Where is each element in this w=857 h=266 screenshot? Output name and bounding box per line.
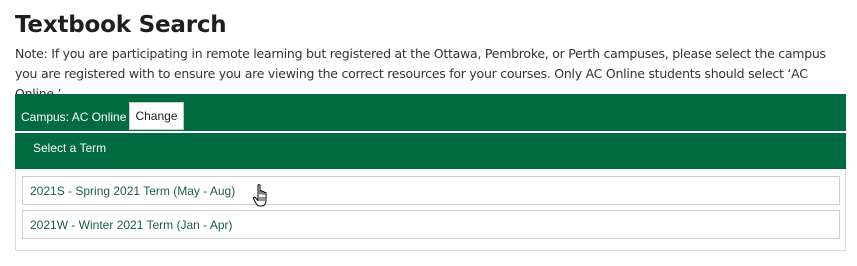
term-item-2021s[interactable]: 2021S - Spring 2021 Term (May - Aug) [22, 176, 840, 205]
campus-bar: Campus: AC Online Change [15, 94, 846, 131]
term-item-label: 2021W - Winter 2021 Term (Jan - Apr) [30, 218, 233, 232]
term-header-label: Select a Term [33, 141, 107, 155]
term-header: Select a Term [15, 133, 846, 169]
campus-label: Campus: AC Online [21, 110, 127, 124]
term-panel: Select a Term 2021S - Spring 2021 Term (… [15, 133, 846, 251]
page-title: Textbook Search [15, 12, 227, 38]
term-item-2021w[interactable]: 2021W - Winter 2021 Term (Jan - Apr) [22, 210, 840, 239]
term-item-label: 2021S - Spring 2021 Term (May - Aug) [30, 184, 236, 198]
change-campus-button[interactable]: Change [129, 102, 184, 130]
hand-pointer-icon [252, 184, 267, 207]
